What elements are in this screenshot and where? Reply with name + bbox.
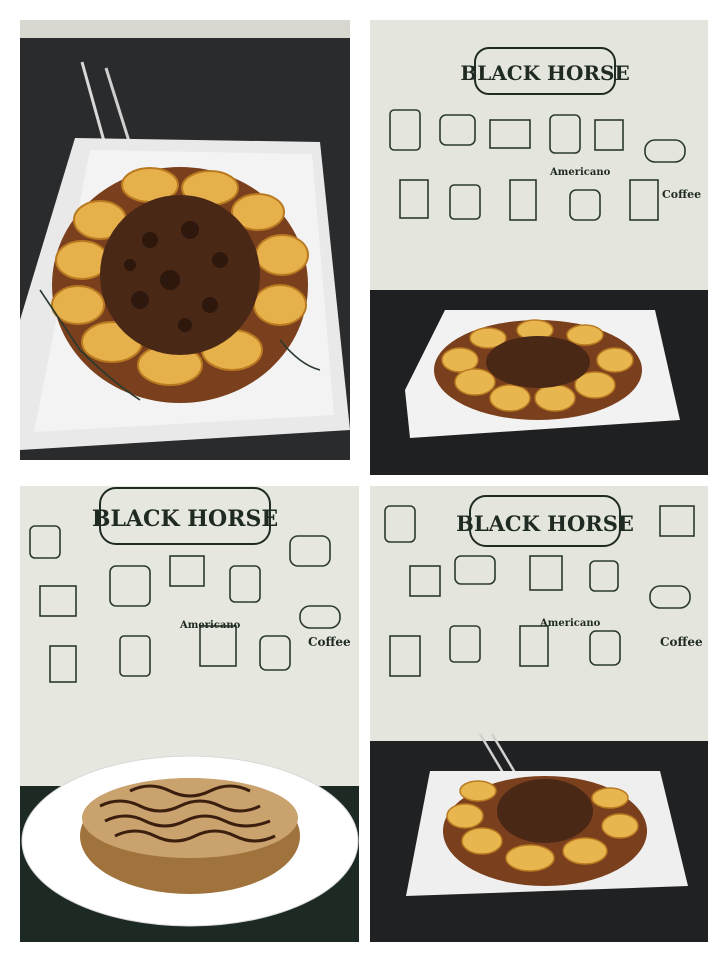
wall-label-americano-3: Americano (539, 618, 601, 629)
photo-waffle-wall-1: BLACK HORSE Americano Coffee (370, 20, 708, 475)
pancake-plate-image: BLACK HORSE Americano Coffee (20, 486, 359, 942)
photo-waffle-closeup (20, 20, 350, 460)
wall-label-coffee-2: Coffee (308, 635, 351, 649)
waffle-wall-image-1: BLACK HORSE Americano Coffee (370, 20, 708, 475)
waffle-wall-image-2: BLACK HORSE Americano Coffee (370, 486, 708, 942)
wall-sign-black-horse-1: BLACK HORSE (460, 61, 629, 85)
wall-sign-black-horse-2: BLACK HORSE (92, 506, 278, 532)
waffle-closeup-image (20, 20, 350, 460)
photo-waffle-wall-2: BLACK HORSE Americano Coffee (370, 486, 708, 942)
photo-pancake-plate: BLACK HORSE Americano Coffee (20, 486, 359, 942)
wall-label-americano-2: Americano (179, 620, 241, 631)
wall-label-coffee-3: Coffee (660, 635, 703, 649)
wall-label-americano-1: Americano (549, 167, 611, 178)
wall-label-coffee-1: Coffee (662, 188, 701, 201)
wall-sign-black-horse-3: BLACK HORSE (456, 511, 634, 536)
